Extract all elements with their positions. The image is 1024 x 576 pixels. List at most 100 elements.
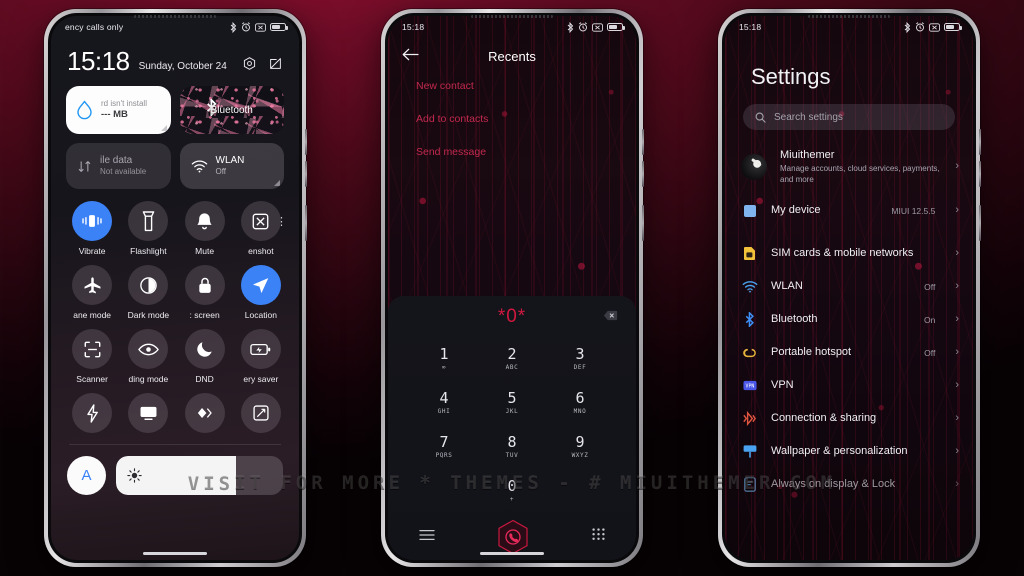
alarm-icon — [579, 22, 587, 32]
row-text: My device — [771, 203, 878, 217]
settings-gear-icon[interactable] — [242, 56, 257, 71]
settings-row-connection-sharing[interactable]: Connection & sharing › — [725, 402, 973, 435]
keypad-key-9[interactable]: 9 WXYZ — [546, 428, 614, 466]
volume-down-button[interactable] — [979, 161, 981, 187]
toggle-airplane-mode[interactable]: ane mode — [64, 265, 120, 320]
volume-down-button[interactable] — [642, 161, 644, 187]
keypad-key-8[interactable]: 8 TUV — [478, 428, 546, 466]
toggle-flashlight[interactable]: Flashlight — [120, 201, 176, 256]
keypad-key-5[interactable]: 5 JKL — [478, 384, 546, 422]
toggle-screenshot[interactable]: enshot — [233, 201, 289, 256]
settings-row-sim-cards-mobile-networks[interactable]: SIM cards & mobile networks › — [725, 237, 973, 270]
row-text: SIM cards & mobile networks — [771, 246, 942, 260]
bluetooth-icon — [904, 21, 911, 33]
toggle-battery-saver[interactable]: ery saver — [233, 329, 289, 384]
page-title: Settings — [751, 64, 831, 89]
keypad-key-3[interactable]: 3 DEF — [546, 340, 614, 378]
menu-lines-icon[interactable] — [419, 528, 435, 546]
toggle-location[interactable]: Location — [233, 265, 289, 320]
toggle-label: Vibrate — [78, 246, 106, 256]
keypad-key-7[interactable]: 7 PQRS — [410, 428, 478, 466]
keypad-key-0[interactable]: 0 + — [478, 472, 546, 510]
volume-up-button[interactable] — [642, 129, 644, 155]
brightness-slider[interactable] — [116, 456, 283, 495]
mobile-data-sub: Not available — [100, 167, 147, 177]
bluetooth-icon — [741, 311, 758, 328]
bell-icon — [184, 201, 225, 241]
settings-row-wlan[interactable]: WLAN Off › — [725, 270, 973, 303]
settings-scroll[interactable]: 15:18 Settings Search settings Miuitheme… — [725, 16, 973, 560]
toggle-nfc[interactable] — [177, 393, 233, 433]
power-button[interactable] — [305, 205, 307, 241]
toggle-scanner[interactable]: Scanner — [64, 329, 120, 384]
edit-icon[interactable] — [268, 56, 283, 71]
phone2-screen: 15:18 Recents New contact Add to contact… — [388, 16, 636, 560]
menu-item-add-to-contacts[interactable]: Add to contacts — [416, 113, 636, 125]
settings-row-wallpaper-personalization[interactable]: Wallpaper & personalization › — [725, 435, 973, 468]
phone-bezel: 15:18 Settings Search settings Miuitheme… — [722, 13, 976, 563]
location-arrow-icon — [240, 265, 281, 305]
menu-item-send-message[interactable]: Send message — [416, 146, 636, 158]
row-label: Wallpaper & personalization — [771, 445, 908, 458]
toggle-lock-screen[interactable]: : screen — [177, 265, 233, 320]
keypad-key-6[interactable]: 6 MNO — [546, 384, 614, 422]
sim-icon — [741, 245, 758, 262]
keypad-key-1[interactable]: 1 ∞ — [410, 340, 478, 378]
toggle-dark-mode[interactable]: Dark mode — [120, 265, 176, 320]
keypad-grid-icon[interactable] — [592, 527, 605, 547]
chevron-right-icon: › — [955, 478, 959, 491]
toggle-mute[interactable]: Mute — [177, 201, 233, 256]
airplane-icon — [72, 265, 113, 305]
bluetooth-widget[interactable]: Bluetooth — [180, 86, 285, 134]
power-button[interactable] — [642, 205, 644, 241]
dialer-title: Recents — [488, 48, 536, 64]
toggle-vibrate[interactable]: Vibrate — [64, 201, 120, 256]
settings-row-vpn[interactable]: VPN VPN › — [725, 369, 973, 402]
key-digit: 6 — [575, 389, 585, 407]
settings-row-account[interactable]: Miuithemer Manage accounts, cloud servic… — [725, 142, 973, 194]
power-button[interactable] — [979, 205, 981, 241]
mobile-data-tile[interactable]: ile data Not available — [66, 143, 171, 189]
cast-screen-icon — [128, 393, 169, 433]
toggle-label: Scanner — [76, 374, 108, 384]
dialer-top: 15:18 Recents New contact Add to contact… — [388, 16, 636, 158]
volume-up-button[interactable] — [979, 129, 981, 155]
chevron-right-icon: › — [955, 204, 959, 217]
settings-row-bluetooth[interactable]: Bluetooth On › — [725, 303, 973, 336]
toggle-quick-action[interactable] — [64, 393, 120, 433]
keypad-key-4[interactable]: 4 GHI — [410, 384, 478, 422]
backspace-icon[interactable] — [603, 308, 618, 326]
dialed-number[interactable]: *0* — [498, 306, 526, 328]
water-drop-icon — [77, 100, 92, 120]
toggle-reading-mode[interactable]: ding mode — [120, 329, 176, 384]
status-bar: 15:18 — [388, 16, 636, 38]
wlan-tile[interactable]: WLAN Off — [179, 143, 284, 189]
toggle-cast[interactable] — [120, 393, 176, 433]
arrow-left-icon[interactable] — [402, 48, 419, 64]
status-time: 15:18 — [402, 22, 425, 32]
aod-icon — [741, 476, 758, 493]
search-input[interactable]: Search settings — [743, 104, 955, 130]
row-value: On — [923, 314, 936, 325]
settings-row-my-device[interactable]: My device MIUI 12.5.5 › — [725, 194, 973, 227]
cleaner-widget[interactable]: rd isn't install --- MB — [66, 86, 171, 134]
toggle-dnd[interactable]: DND — [177, 329, 233, 384]
settings-row-always-on-display-lock[interactable]: Always on display & Lock › — [725, 468, 973, 501]
toggle-rotate[interactable] — [233, 393, 289, 433]
chevron-right-icon: › — [955, 445, 959, 458]
keypad-grid: 1 ∞ 2 ABC 3 DEF 4 GHI 5 JKL 6 MNO 7 PQRS 8 TUV 9 WXYZ 0 + — [388, 334, 636, 514]
phone-bezel: 15:18 Recents New contact Add to contact… — [385, 13, 639, 563]
call-button-icon[interactable] — [497, 519, 529, 555]
auto-brightness-button[interactable]: A — [67, 456, 106, 495]
row-text: Bluetooth — [771, 312, 911, 326]
widget-row: rd isn't install --- MB Bluetooth — [51, 74, 299, 134]
more-toggles-icon[interactable]: ⋮ — [276, 215, 288, 228]
status-time: 15:18 — [739, 22, 762, 32]
keypad-key-2[interactable]: 2 ABC — [478, 340, 546, 378]
scan-frame-icon — [72, 329, 113, 369]
menu-item-new-contact[interactable]: New contact — [416, 80, 636, 92]
settings-row-portable-hotspot[interactable]: Portable hotspot Off › — [725, 336, 973, 369]
volume-up-button[interactable] — [305, 129, 307, 155]
volume-down-button[interactable] — [305, 161, 307, 187]
account-subtitle: Manage accounts, cloud services, payment… — [780, 164, 940, 184]
